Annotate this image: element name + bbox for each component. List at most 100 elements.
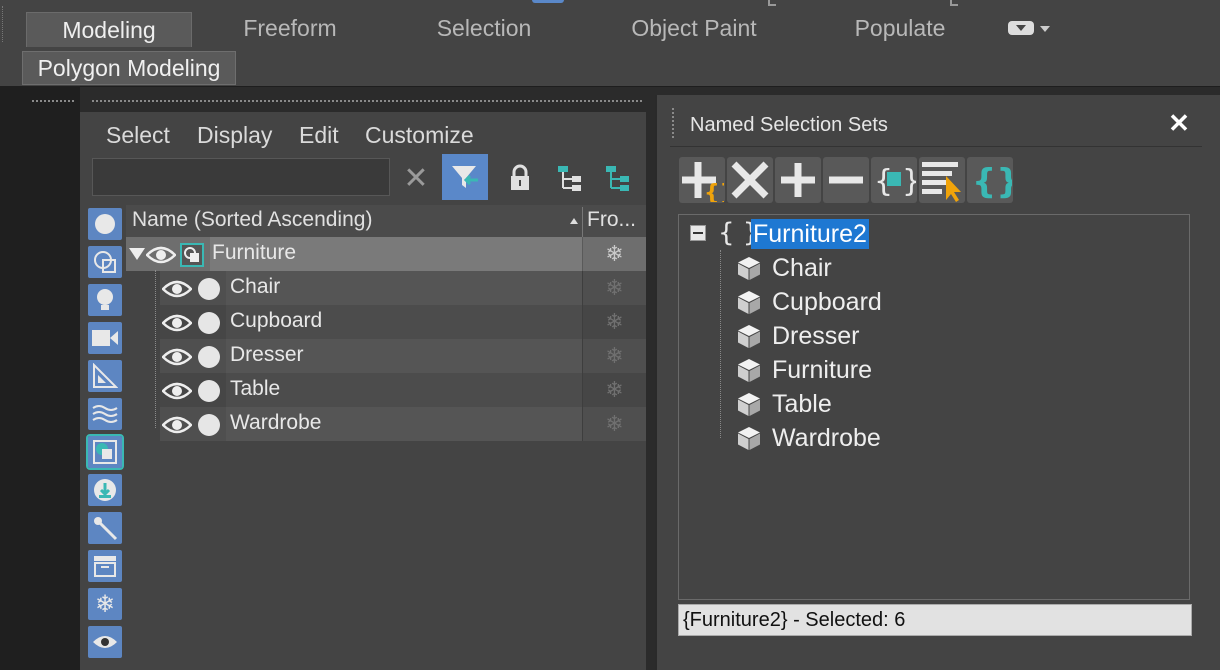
list-item-label: Chair (772, 253, 832, 282)
list-item[interactable]: Cupboard (736, 285, 882, 319)
cube-icon (738, 359, 760, 382)
helper-filter-icon[interactable] (88, 360, 122, 392)
hidden-filter-icon[interactable] (88, 626, 122, 658)
cube-icon (738, 291, 760, 314)
light-filter-icon[interactable] (88, 284, 122, 316)
clear-search-icon[interactable]: ✕ (396, 158, 436, 198)
remove-button[interactable] (727, 157, 773, 203)
dock-grip[interactable] (92, 100, 642, 104)
hierarchy-icon[interactable] (550, 158, 590, 198)
geometry-object-icon (198, 380, 220, 402)
cube-icon (738, 257, 760, 280)
eye-icon[interactable] (162, 415, 192, 435)
highlight-selected-objects-button[interactable]: {} (967, 157, 1013, 203)
menu-customize[interactable]: Customize (365, 122, 474, 149)
polygon-modeling-panel[interactable]: Polygon Modeling (22, 51, 236, 85)
eye-icon[interactable] (162, 313, 192, 333)
xref-filter-icon[interactable] (88, 474, 122, 506)
tab-object-paint[interactable]: Object Paint (608, 10, 780, 46)
table-row[interactable]: Dresser ❄ (160, 339, 646, 373)
search-input[interactable] (92, 158, 390, 196)
list-item-label: Cupboard (772, 287, 882, 316)
menu-display[interactable]: Display (197, 122, 272, 149)
tree-connector (720, 250, 721, 438)
snowflake-icon[interactable]: ❄ (582, 271, 646, 305)
tab-freeform[interactable]: Freeform (220, 10, 360, 46)
snowflake-icon[interactable]: ❄ (582, 339, 646, 373)
selection-set-name[interactable]: Furniture2 (751, 219, 869, 249)
container-filter-icon[interactable] (88, 550, 122, 582)
table-row[interactable]: Furniture ❄ (126, 237, 646, 271)
menu-edit[interactable]: Edit (299, 122, 339, 149)
table-row[interactable]: Chair ❄ (160, 271, 646, 305)
menu-select[interactable]: Select (106, 122, 170, 149)
list-item-label: Furniture (772, 355, 873, 384)
close-icon[interactable]: ✕ (1166, 108, 1192, 138)
ribbon-grip[interactable] (2, 6, 7, 42)
snowflake-icon[interactable]: ❄ (582, 237, 646, 271)
geometry-object-icon (198, 278, 220, 300)
subtract-selected-objects-button[interactable] (823, 157, 869, 203)
dialog-grip[interactable] (672, 108, 678, 138)
create-new-set-button[interactable]: {} (679, 157, 725, 203)
table-row[interactable]: Table ❄ (160, 373, 646, 407)
expand-triangle-icon[interactable] (128, 247, 146, 261)
list-item[interactable]: Wardrobe (736, 421, 881, 455)
title-separator (670, 146, 1202, 147)
svg-text:{}: {} (972, 162, 1012, 202)
hierarchy-expand-icon[interactable] (598, 158, 638, 198)
tab-modeling[interactable]: Modeling (26, 12, 192, 47)
collapse-icon[interactable] (690, 225, 706, 241)
snowflake-icon[interactable]: ❄ (582, 373, 646, 407)
group-filter-icon[interactable] (86, 434, 124, 470)
svg-text:{}: {} (704, 181, 724, 202)
table-row[interactable]: Cupboard ❄ (160, 305, 646, 339)
lock-icon[interactable] (500, 158, 540, 198)
ribbon-options-button[interactable] (1008, 16, 1064, 40)
eye-icon[interactable] (162, 347, 192, 367)
table-row[interactable]: Wardrobe ❄ (160, 407, 646, 441)
svg-text:}: } (902, 164, 916, 199)
row-label: Furniture (212, 241, 297, 264)
tab-populate[interactable]: Populate (834, 10, 966, 46)
list-item[interactable]: Table (736, 387, 832, 421)
geometry-object-icon (198, 414, 220, 436)
group-object-icon (180, 243, 204, 267)
column-name-header[interactable]: Name (Sorted Ascending) (132, 208, 372, 232)
list-item[interactable]: Furniture (736, 353, 872, 387)
add-selected-objects-button[interactable] (775, 157, 821, 203)
row-label: Dresser (230, 343, 304, 366)
column-divider[interactable] (582, 207, 583, 237)
geometry-object-icon (198, 312, 220, 334)
eye-icon[interactable] (162, 381, 192, 401)
filter-icon[interactable] (442, 154, 488, 200)
cube-icon (738, 427, 760, 450)
row-label: Chair (230, 275, 281, 298)
row-label: Cupboard (230, 309, 323, 332)
list-item[interactable]: Dresser (736, 319, 860, 353)
list-item-label: Wardrobe (772, 423, 881, 452)
dialog-title: Named Selection Sets (690, 114, 888, 136)
shape-filter-icon[interactable] (88, 246, 122, 278)
bone-filter-icon[interactable] (88, 512, 122, 544)
select-objects-in-set-button[interactable]: {} (871, 157, 917, 203)
ribbon-mark (768, 0, 776, 6)
tab-selection[interactable]: Selection (410, 10, 558, 46)
ribbon-accent (532, 0, 564, 3)
viewport-gutter (0, 86, 80, 670)
snowflake-icon[interactable]: ❄ (582, 407, 646, 441)
cube-icon (738, 325, 760, 348)
camera-filter-icon[interactable] (88, 322, 122, 354)
spacewarp-filter-icon[interactable] (88, 398, 122, 430)
eye-icon[interactable] (146, 245, 176, 265)
select-objects-by-name-button[interactable] (919, 157, 965, 203)
geometry-filter-icon[interactable] (88, 208, 122, 240)
list-item[interactable]: Chair (736, 251, 832, 285)
status-bar: {Furniture2} - Selected: 6 (678, 604, 1192, 636)
eye-icon[interactable] (162, 279, 192, 299)
snowflake-icon[interactable]: ❄ (582, 305, 646, 339)
dock-grip[interactable] (32, 100, 74, 104)
column-frozen-header[interactable]: Fro... (587, 208, 636, 232)
frozen-filter-icon[interactable]: ❄ (88, 588, 122, 620)
geometry-object-icon (198, 346, 220, 368)
